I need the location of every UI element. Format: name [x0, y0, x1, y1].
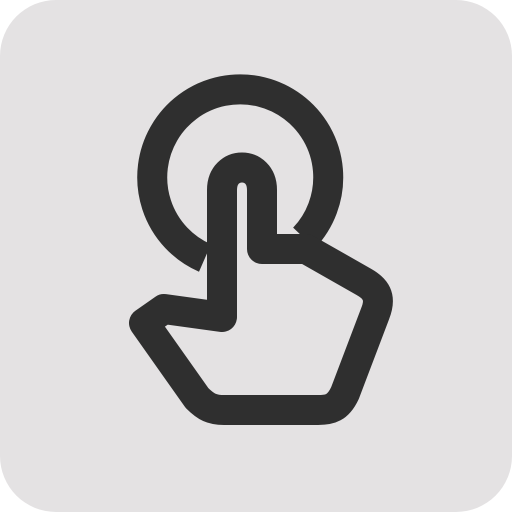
- app-icon-tile[interactable]: [0, 0, 512, 512]
- tap-gesture-icon: [129, 74, 393, 425]
- pointing-hand-icon: [129, 152, 393, 425]
